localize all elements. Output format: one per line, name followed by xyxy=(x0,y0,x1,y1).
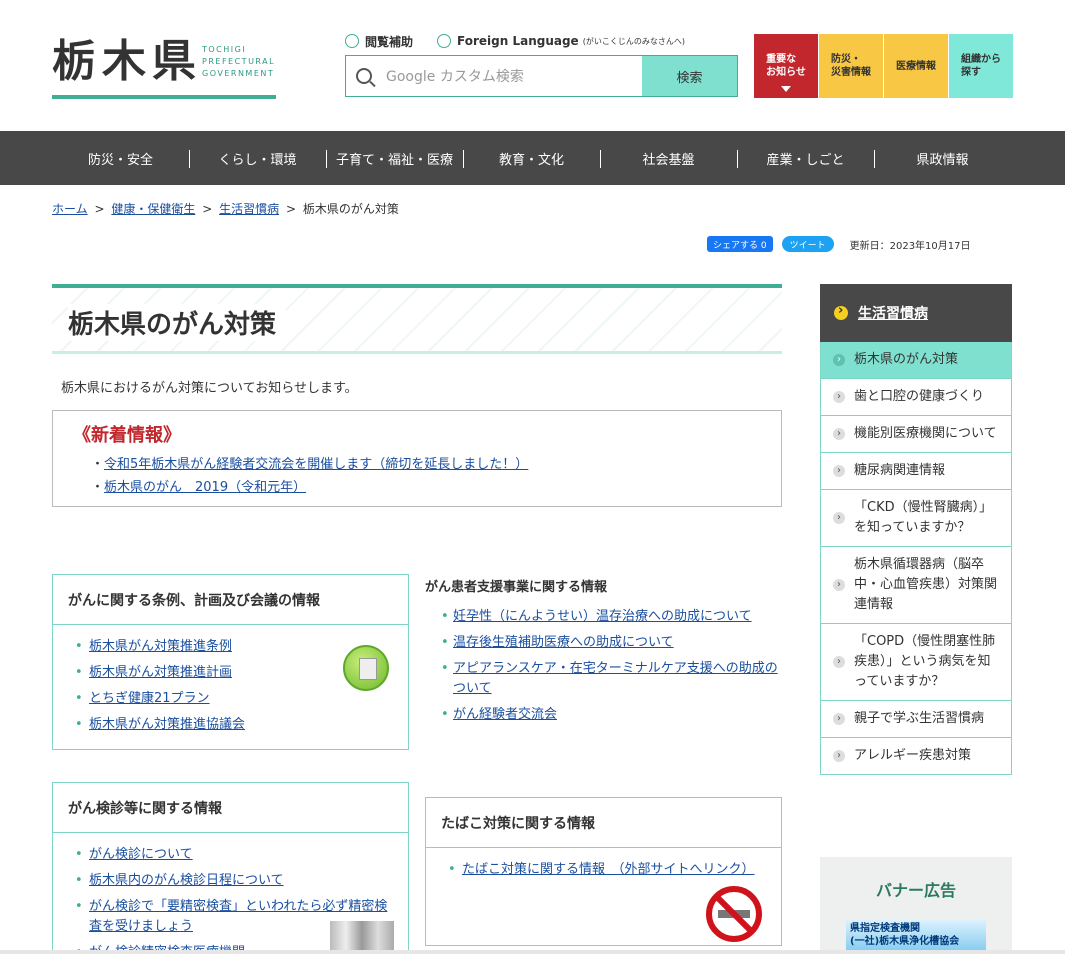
page-title: 栃木県のがん対策 xyxy=(68,304,287,341)
page-title-box: 栃木県のがん対策 xyxy=(52,284,782,354)
site-search: Google カスタム検索 検索 xyxy=(345,55,738,97)
logo-underline xyxy=(52,95,276,99)
chevron-right-icon: › xyxy=(833,713,845,725)
utility-links: 閲覧補助 Foreign Language (がいこくじんのみなさんへ) xyxy=(345,32,709,50)
banner-ad[interactable]: 県指定検査機関 (一社)栃木県浄化槽協会 xyxy=(846,919,986,954)
side-item-medical-institutions[interactable]: › 機能別医療機関について xyxy=(821,416,1011,453)
card-title: たばこ対策に関する情報 xyxy=(426,798,781,848)
breadcrumb-home[interactable]: ホーム xyxy=(52,202,88,216)
tobacco-card: たばこ対策に関する情報 たばこ対策に関する情報 （外部サイトへリンク） xyxy=(425,797,782,946)
nav-disaster-safety[interactable]: 防災・安全 xyxy=(52,131,189,185)
quick-label: 医療情報 xyxy=(896,60,936,72)
news-item: ・令和5年栃木県がん経験者交流会を開催します（締切を延長しました！） xyxy=(91,457,529,472)
intro-text: 栃木県におけるがん対策についてお知らせします。 xyxy=(61,381,358,396)
nav-education-culture[interactable]: 教育・文化 xyxy=(463,131,600,185)
breadcrumb-lifestyle[interactable]: 生活習慣病 xyxy=(219,202,279,216)
list-item: がん検診について xyxy=(75,845,388,865)
side-item-cardiovascular[interactable]: › 栃木県循環器病（脳卒中・心血管疾患）対策関連情報 xyxy=(821,547,1011,624)
section-title: がん患者支援事業に関する情報 xyxy=(425,580,608,595)
side-item-ckd[interactable]: › 「CKD（慢性腎臓病）」を知っていますか？ xyxy=(821,490,1011,547)
reading-assist-link[interactable]: 閲覧補助 xyxy=(345,33,413,50)
updated-date: 更新日：2023年10月17日 xyxy=(849,240,971,252)
news-item: ・栃木県のがん 2019（令和元年） xyxy=(91,480,307,495)
banner-title: バナー広告 xyxy=(875,881,956,900)
breadcrumb-health[interactable]: 健康・保健衛生 xyxy=(111,202,195,216)
screening-card: がん検診等に関する情報 がん検診について 栃木県内のがん検診日程について がん検… xyxy=(52,782,409,954)
site-logo[interactable]: 栃木県 TOCHIGI PREFECTURAL GOVERNMENT xyxy=(52,38,276,100)
list-item: 栃木県内のがん検診日程について xyxy=(75,871,388,891)
list-item: たばこ対策に関する情報 （外部サイトへリンク） xyxy=(448,860,761,880)
twitter-tweet-button[interactable]: ツイート xyxy=(781,236,834,252)
gear-icon xyxy=(345,34,359,48)
disaster-info-button[interactable]: 防災・ 災害情報 xyxy=(819,34,883,98)
chevron-right-icon: › xyxy=(833,391,845,403)
quick-label: 組織から 探す xyxy=(961,54,1001,78)
breadcrumb-current: 栃木県のがん対策 xyxy=(302,202,399,216)
chevron-right-icon: › xyxy=(833,354,845,366)
side-item-family-learning[interactable]: › 親子で学ぶ生活習慣病 xyxy=(821,701,1011,738)
global-nav: 防災・安全 くらし・環境 子育て・福祉・医療 教育・文化 社会基盤 産業・しごと… xyxy=(0,131,1065,185)
banner-ad-box: バナー広告 県指定検査機関 (一社)栃木県浄化槽協会 xyxy=(820,857,1012,954)
nav-infrastructure[interactable]: 社会基盤 xyxy=(600,131,737,185)
search-icon xyxy=(356,68,372,84)
chevron-right-icon: › xyxy=(833,656,845,668)
nav-industry-work[interactable]: 産業・しごと xyxy=(737,131,874,185)
search-button[interactable]: 検索 xyxy=(642,56,737,96)
chevron-right-icon xyxy=(834,303,848,320)
globe-icon xyxy=(437,34,452,48)
chevron-right-icon: › xyxy=(833,428,845,440)
side-item-diabetes[interactable]: › 糖尿病関連情報 xyxy=(821,453,1011,490)
site-header: 栃木県 TOCHIGI PREFECTURAL GOVERNMENT 閲覧補助 … xyxy=(0,0,1065,131)
document-icon xyxy=(343,645,389,691)
card-title: がん検診等に関する情報 xyxy=(53,783,408,833)
patient-support-section: がん患者支援事業に関する情報 妊孕性（にんようせい）温存治療への助成について 温… xyxy=(425,576,782,731)
nav-prefectural-info[interactable]: 県政情報 xyxy=(874,131,1011,185)
search-input[interactable]: Google カスタム検索 xyxy=(346,56,642,96)
no-smoking-icon xyxy=(706,886,762,942)
facebook-share-button[interactable]: シェアする 0 xyxy=(707,236,773,252)
chevron-right-icon: › xyxy=(833,579,845,591)
org-search-button[interactable]: 組織から 探す xyxy=(949,34,1013,98)
chevron-right-icon: › xyxy=(833,465,845,477)
side-nav-list: › 栃木県のがん対策 › 歯と口腔の健康づくり › 機能別医療機関について › 糖尿病関… xyxy=(820,342,1012,775)
card-title: がんに関する条例、計画及び会議の情報 xyxy=(53,575,408,625)
chevron-right-icon: › xyxy=(833,750,845,762)
list-item: 妊孕性（にんようせい）温存治療への助成について xyxy=(441,607,782,627)
nav-life-environment[interactable]: くらし・環境 xyxy=(189,131,326,185)
foreign-language-link[interactable]: Foreign Language (がいこくじんのみなさんへ) xyxy=(437,34,685,48)
news-box: 《新着情報》 ・令和5年栃木県がん経験者交流会を開催します（締切を延長しました！… xyxy=(52,410,782,507)
ordinance-plan-card: がんに関する条例、計画及び会議の情報 栃木県がん対策推進条例 栃木県がん対策推進… xyxy=(52,574,409,750)
news-title: 《新着情報》 xyxy=(73,425,181,446)
list-item: 栃木県がん対策推進協議会 xyxy=(75,715,408,735)
window-bottom-edge xyxy=(0,950,1065,954)
medical-info-button[interactable]: 医療情報 xyxy=(884,34,948,98)
quick-links: 重要な お知らせ 防災・ 災害情報 医療情報 組織から 探す xyxy=(754,34,1014,98)
share-bar: シェアする 0 ツイート 更新日：2023年10月17日 xyxy=(707,236,971,252)
side-nav: 生活習慣病 ›栃木県のがん対策 ›歯と口腔の健康づくり ›機能別医療機関について… xyxy=(820,284,1012,775)
side-item-cancer[interactable]: › 栃木県のがん対策 xyxy=(821,342,1011,379)
side-item-oral-health[interactable]: › 歯と口腔の健康づくり xyxy=(821,379,1011,416)
search-placeholder: Google カスタム検索 xyxy=(386,69,524,85)
side-item-copd[interactable]: › 「COPD（慢性閉塞性肺疾患）」という病気を知っていますか？ xyxy=(821,624,1011,701)
side-nav-header[interactable]: 生活習慣病 xyxy=(820,284,1012,342)
list-item: アピアランスケア・在宅ターミナルケア支援への助成のついて xyxy=(441,659,782,699)
breadcrumb: ホーム > 健康・保健衛生 > 生活習慣病 > 栃木県のがん対策 xyxy=(52,202,399,216)
quick-label: 重要な お知らせ xyxy=(766,54,806,78)
side-item-allergy[interactable]: › アレルギー疾患対策 xyxy=(821,738,1011,775)
caret-down-icon xyxy=(781,86,791,92)
important-notice-button[interactable]: 重要な お知らせ xyxy=(754,34,818,98)
list-item: がん経験者交流会 xyxy=(441,705,782,725)
logo-english: TOCHIGI PREFECTURAL GOVERNMENT xyxy=(202,45,276,78)
chevron-right-icon: › xyxy=(833,512,845,524)
list-item: 温存後生殖補助医療への助成について xyxy=(441,633,782,653)
nav-childcare-welfare[interactable]: 子育て・福祉・医療 xyxy=(326,131,463,185)
logo-kanji: 栃木県 xyxy=(52,36,202,87)
quick-label: 防災・ 災害情報 xyxy=(831,54,871,78)
list-item: とちぎ健康21プラン xyxy=(75,689,408,709)
